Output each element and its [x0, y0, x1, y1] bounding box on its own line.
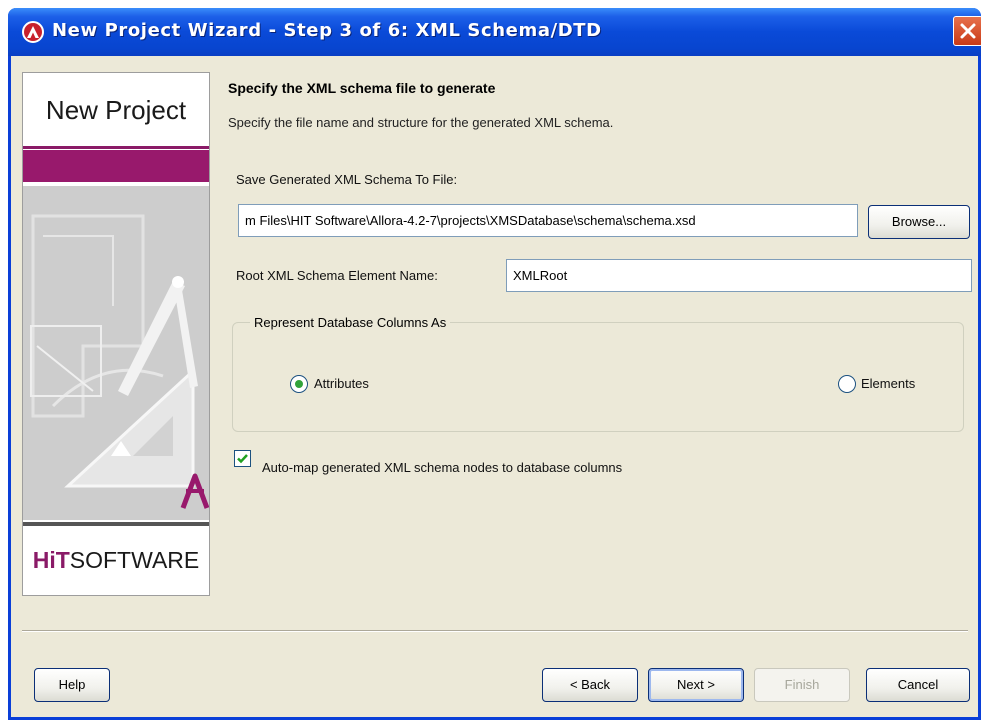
- save-file-label: Save Generated XML Schema To File:: [236, 172, 458, 187]
- app-icon: [22, 21, 44, 43]
- title-bar[interactable]: New Project Wizard - Step 3 of 6: XML Sc…: [8, 8, 981, 56]
- next-button[interactable]: Next >: [648, 668, 744, 702]
- banner-divider: [23, 146, 209, 149]
- page-heading: Specify the XML schema file to generate: [228, 80, 496, 96]
- save-file-path-input[interactable]: m Files\HIT Software\Allora-4.2-7\projec…: [238, 204, 858, 237]
- wizard-banner: New Project HiTSOFTWARE: [22, 72, 210, 596]
- elements-radio[interactable]: [838, 375, 856, 393]
- close-icon: [960, 23, 976, 39]
- cancel-button[interactable]: Cancel: [866, 668, 970, 702]
- root-element-label: Root XML Schema Element Name:: [236, 268, 438, 283]
- page-description: Specify the file name and structure for …: [228, 115, 614, 130]
- automap-checkbox[interactable]: [234, 450, 251, 467]
- columns-group-label: Represent Database Columns As: [250, 315, 451, 330]
- help-button[interactable]: Help: [34, 668, 110, 702]
- banner-title: New Project: [45, 95, 187, 125]
- footer-separator: [22, 630, 968, 632]
- automap-label[interactable]: Auto-map generated XML schema nodes to d…: [262, 460, 622, 475]
- back-button[interactable]: < Back: [542, 668, 638, 702]
- browse-button[interactable]: Browse...: [868, 205, 970, 239]
- window-title: New Project Wizard - Step 3 of 6: XML Sc…: [52, 20, 602, 41]
- checkmark-icon: [237, 454, 248, 464]
- close-button[interactable]: [953, 16, 981, 46]
- hitsoftware-logo: HiTSOFTWARE: [23, 547, 209, 574]
- attributes-radio-label[interactable]: Attributes: [314, 376, 369, 391]
- banner-drafting-illustration: [23, 186, 209, 520]
- banner-color-bar: [23, 150, 209, 182]
- elements-radio-label[interactable]: Elements: [861, 376, 915, 391]
- finish-button[interactable]: Finish: [754, 668, 850, 702]
- logo-text: SOFTWARE: [69, 547, 200, 573]
- root-element-input[interactable]: XMLRoot: [506, 259, 972, 292]
- logo-bold: HiT: [32, 547, 70, 573]
- attributes-radio[interactable]: [290, 375, 308, 393]
- banner-divider: [23, 522, 209, 526]
